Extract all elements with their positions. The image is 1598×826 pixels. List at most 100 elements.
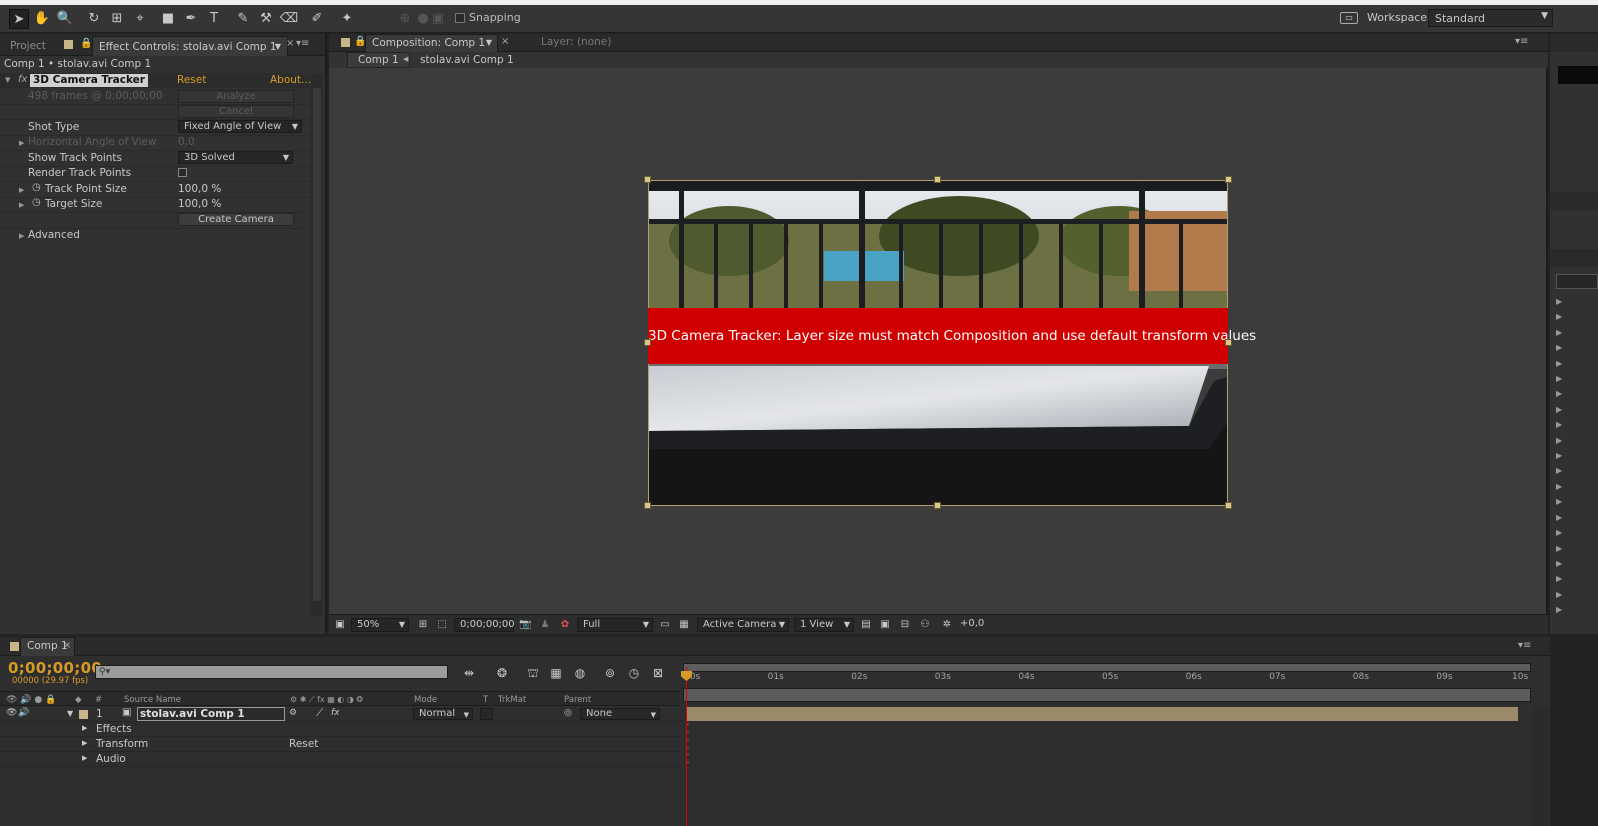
- pen-tool-icon[interactable]: ✒: [181, 9, 201, 29]
- puppet-pin-tool-icon[interactable]: ✦: [337, 9, 357, 29]
- analyze-button[interactable]: Analyze: [178, 90, 294, 103]
- panel-menu-icon[interactable]: ▾≡: [1515, 36, 1528, 47]
- quality-switch-icon[interactable]: ⟋: [316, 707, 323, 720]
- expand-triangle-icon[interactable]: ▶: [19, 139, 24, 147]
- stopwatch-icon[interactable]: ◷: [32, 197, 41, 208]
- snapshot-icon[interactable]: 📷: [519, 619, 531, 631]
- clone-stamp-tool-icon[interactable]: ⚒: [256, 9, 276, 29]
- close-icon[interactable]: ×: [63, 640, 71, 651]
- effects-row[interactable]: ▶ Effects: [0, 722, 680, 737]
- active-camera-dropdown[interactable]: Active Camera ▼: [697, 618, 789, 632]
- chevron-down-icon[interactable]: ▼: [275, 37, 281, 57]
- expand-triangle-icon[interactable]: ▶: [19, 201, 24, 209]
- tab-layer[interactable]: Layer: (none): [535, 34, 617, 52]
- effect-switch-icon[interactable]: fx: [331, 708, 340, 718]
- view-layout-dropdown[interactable]: 1 View ▼: [794, 618, 854, 632]
- layer-handle[interactable]: [1225, 176, 1232, 183]
- frame-blending-icon[interactable]: ▦: [547, 665, 565, 681]
- expand-triangle-icon[interactable]: ▶: [82, 724, 87, 732]
- expand-triangle-icon[interactable]: ▼: [5, 76, 10, 84]
- audio-icon[interactable]: 🔊: [18, 708, 29, 718]
- effects-category-list[interactable]: ▶ ▶ ▶ ▶ ▶ ▶ ▶ ▶ ▶ ▶ ▶ ▶ ▶ ▶ ▶ ▶ ▶ ▶ ▶ ▶ ▶: [1556, 294, 1562, 618]
- trkmat-dropdown[interactable]: [480, 708, 493, 720]
- layer-label-color-icon[interactable]: [79, 710, 88, 719]
- layer-handle[interactable]: [644, 339, 651, 346]
- brainstorm-icon[interactable]: ⊠: [649, 665, 667, 681]
- shot-type-dropdown[interactable]: Fixed Angle of View ▼: [178, 120, 302, 133]
- magnification-dropdown[interactable]: 50% ▼: [351, 618, 409, 632]
- transform-reset-link[interactable]: Reset: [289, 738, 318, 750]
- layer-handle[interactable]: [1225, 339, 1232, 346]
- effect-name[interactable]: 3D Camera Tracker: [30, 74, 148, 87]
- create-camera-button[interactable]: Create Camera: [178, 213, 294, 226]
- reset-exposure-icon[interactable]: ✲: [941, 619, 953, 631]
- layer-handle[interactable]: [644, 176, 651, 183]
- chevron-left-icon[interactable]: ◀: [403, 55, 408, 63]
- effect-reset-link[interactable]: Reset: [177, 74, 206, 86]
- layer-duration-bar[interactable]: [686, 707, 1518, 721]
- eraser-tool-icon[interactable]: ⌫: [279, 9, 299, 29]
- render-track-points-checkbox[interactable]: [178, 168, 187, 177]
- transform-row[interactable]: ▶ Transform Reset: [0, 737, 680, 752]
- resolution-dropdown[interactable]: Full ▼: [577, 618, 653, 632]
- workspace-icon[interactable]: ▭: [1340, 12, 1358, 24]
- region-of-interest-icon[interactable]: ▭: [659, 619, 671, 631]
- toggle-pixel-aspect-icon[interactable]: ▤: [860, 619, 872, 631]
- horizontal-angle-value[interactable]: 0,0: [178, 136, 195, 148]
- target-size-value[interactable]: 100,0 %: [178, 198, 221, 210]
- snapping-checkbox[interactable]: [455, 13, 465, 23]
- roto-brush-tool-icon[interactable]: ✐: [307, 9, 327, 29]
- effect-about-link[interactable]: About...: [270, 74, 311, 86]
- timeline-icon[interactable]: ⊟: [899, 619, 911, 631]
- expand-triangle-icon[interactable]: ▶: [82, 739, 87, 747]
- timeline-scrollbar[interactable]: [1533, 707, 1549, 826]
- parent-dropdown[interactable]: None ▼: [580, 708, 660, 720]
- rotation-tool-icon[interactable]: ↻: [84, 9, 104, 29]
- effect-controls-scrollbar[interactable]: [311, 74, 323, 616]
- close-icon[interactable]: ×: [286, 38, 294, 49]
- layer-handle[interactable]: [644, 502, 651, 509]
- layer-handle[interactable]: [934, 176, 941, 183]
- current-time-display[interactable]: 0;00;00;00: [454, 618, 515, 632]
- time-navigator[interactable]: [683, 688, 1531, 702]
- tab-effect-controls[interactable]: Effect Controls: stolav.avi Comp 1 ▼: [92, 36, 288, 56]
- stopwatch-icon[interactable]: ◷: [32, 182, 41, 193]
- channels-icon[interactable]: ✿: [559, 619, 571, 631]
- work-area-bar[interactable]: [683, 663, 1531, 672]
- chevron-down-icon[interactable]: ▼: [486, 35, 492, 51]
- current-time-indicator[interactable]: [686, 667, 687, 826]
- graph-editor-icon[interactable]: ⊚: [601, 665, 619, 681]
- tab-composition[interactable]: Composition: Comp 1 ▼: [365, 34, 498, 52]
- audio-row[interactable]: ▶ Audio: [0, 752, 680, 767]
- expand-triangle-icon[interactable]: ▶: [82, 754, 87, 762]
- safe-margins-icon[interactable]: ⊞: [417, 619, 429, 631]
- shy-switch-icon[interactable]: ⚙: [289, 708, 297, 718]
- timeline-search-input[interactable]: ⚲▾: [95, 665, 448, 679]
- draft-3d-icon[interactable]: ❂: [493, 665, 511, 681]
- exposure-value[interactable]: +0,0: [960, 618, 984, 632]
- layer-name[interactable]: stolav.avi Comp 1: [137, 707, 285, 721]
- selection-tool-icon[interactable]: ➤: [9, 9, 29, 29]
- timeline-current-time[interactable]: 0;00;00;00: [8, 659, 102, 677]
- stopwatch-icon[interactable]: ◷: [625, 665, 643, 681]
- transparency-grid-icon[interactable]: ▦: [678, 619, 690, 631]
- rectangle-tool-icon[interactable]: ■: [158, 9, 178, 29]
- pan-behind-tool-icon[interactable]: ⌖: [130, 9, 150, 29]
- blend-mode-dropdown[interactable]: Normal ▼: [413, 708, 473, 720]
- close-icon[interactable]: ×: [501, 36, 509, 47]
- column-source-name[interactable]: Source Name: [124, 695, 181, 705]
- video-visibility-icon[interactable]: 👁: [6, 708, 17, 718]
- panel-menu-icon[interactable]: ▾≡: [1518, 640, 1531, 651]
- brush-tool-icon[interactable]: ✎: [233, 9, 253, 29]
- comp-mini-flowchart-icon[interactable]: ⇹: [460, 665, 478, 681]
- layer-row[interactable]: 👁 🔊 ▼ 1 ▣ ⚙ ⟋ fx Normal ▼ ◎ None ▼: [0, 707, 680, 722]
- track-point-size-value[interactable]: 100,0 %: [178, 183, 221, 195]
- scrollbar-thumb[interactable]: [313, 88, 321, 601]
- camera-orbit-tool-icon[interactable]: ⊞: [107, 9, 127, 29]
- hide-shy-layers-icon[interactable]: ⛫: [524, 665, 542, 681]
- mask-visibility-icon[interactable]: ⬚: [436, 619, 448, 631]
- fast-previews-icon[interactable]: ▣: [879, 619, 891, 631]
- expand-triangle-icon[interactable]: ▼: [67, 709, 73, 718]
- cancel-button[interactable]: Cancel: [178, 105, 294, 118]
- fx-icon[interactable]: fx: [18, 74, 27, 85]
